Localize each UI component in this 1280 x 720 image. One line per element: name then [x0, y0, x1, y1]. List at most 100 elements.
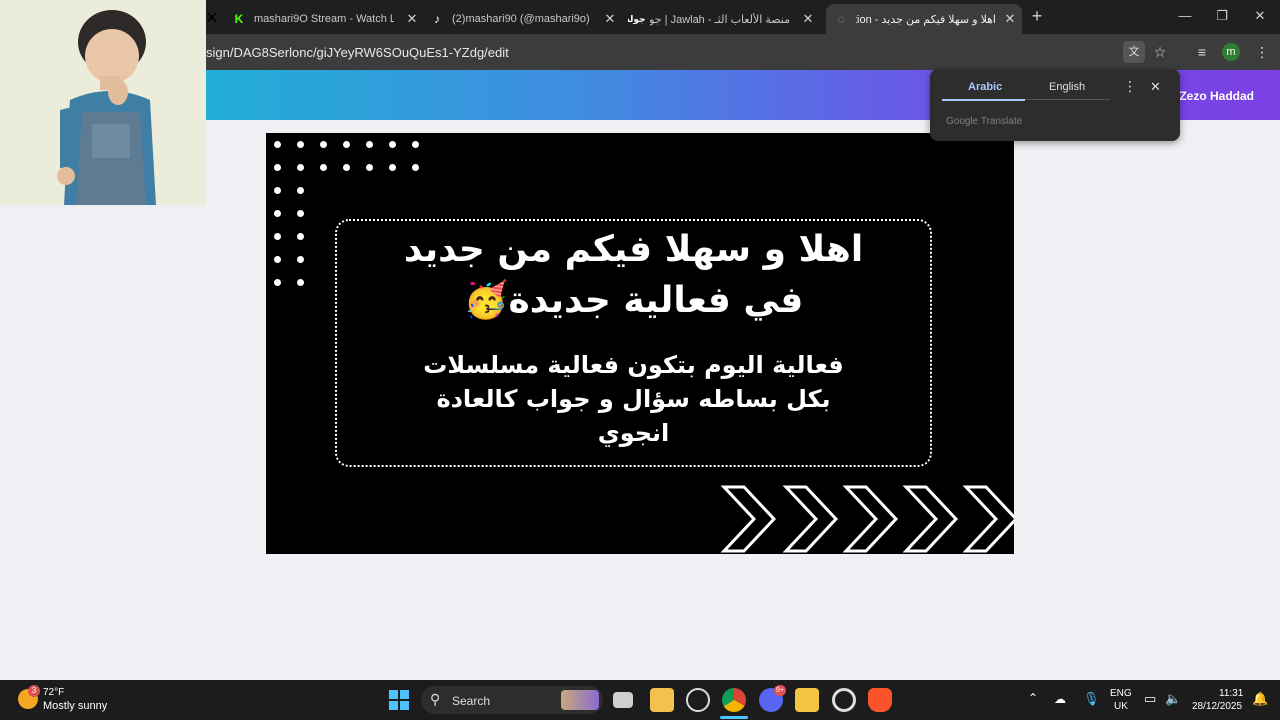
windows-start-icon[interactable]: [389, 690, 409, 710]
slide-body-line3[interactable]: انجوي: [337, 419, 930, 447]
tab-close-icon[interactable]: ✕: [1002, 11, 1018, 27]
onedrive-off-icon[interactable]: ☁: [1054, 692, 1066, 706]
kebab-menu-icon[interactable]: ⋮: [1251, 41, 1273, 63]
google-translate-brand: Google Translate: [946, 116, 1023, 127]
settings-gear-icon[interactable]: [832, 688, 856, 712]
weather-temperature[interactable]: 72°F: [43, 687, 64, 698]
chevron-arrows-decoration: [720, 485, 1014, 553]
chevron-right-icon: [902, 485, 959, 553]
decorative-dot: [274, 210, 281, 217]
taskbar-search[interactable]: ⚲ Search: [421, 686, 603, 714]
tab-title: (2)mashari90 (@mashari9o) | Tik: [452, 13, 592, 25]
tab-title: اهلا و سهلا فيكم من جديد - ation: [856, 13, 996, 26]
search-highlight-icon: [561, 690, 599, 710]
network-icon[interactable]: ▭: [1144, 691, 1156, 707]
bookmark-star-icon[interactable]: ☆: [1149, 41, 1171, 63]
decorative-dot: [412, 141, 419, 148]
webcam-overlay: [0, 0, 206, 205]
media-queue-icon[interactable]: ≡: [1191, 41, 1213, 63]
translate-icon[interactable]: 文: [1123, 41, 1145, 63]
translate-popup: Arabic English ⋮ ✕ Google Translate: [930, 69, 1180, 141]
restore-button[interactable]: ❐: [1207, 4, 1237, 28]
tab-divider: [1025, 99, 1110, 100]
slide-title-line1[interactable]: اهلا و سهلا فيكم من جديد: [337, 229, 930, 270]
tab-title: منصة الألعاب الثـ - Jawlah | جولة: [650, 13, 790, 26]
minimize-button[interactable]: —: [1170, 4, 1200, 28]
tab-kick[interactable]: K mashari9O Stream - Watch Live ✕: [232, 4, 424, 34]
chrome-icon[interactable]: [722, 688, 746, 712]
chrome-active-indicator: [720, 716, 748, 719]
decorative-dot: [320, 141, 327, 148]
tab-close-icon[interactable]: ✕: [205, 8, 218, 28]
close-window-button[interactable]: ✕: [1245, 4, 1275, 28]
tab-tiktok[interactable]: ♪ (2)mashari90 (@mashari9o) | Tik ✕: [430, 4, 622, 34]
decorative-dot: [274, 141, 281, 148]
decorative-dot: [389, 164, 396, 171]
clock-time[interactable]: 11:31: [1219, 688, 1243, 699]
language-indicator-line2[interactable]: UK: [1114, 701, 1128, 712]
lang-tab-arabic[interactable]: Arabic: [968, 81, 1002, 93]
tab-title: mashari9O Stream - Watch Live: [254, 13, 394, 25]
decorative-dot: [343, 164, 350, 171]
chevron-right-icon: [782, 485, 839, 553]
slide-canvas[interactable]: اهلا و سهلا فيكم من جديد في فعالية جديدة…: [266, 133, 1014, 554]
microphone-icon[interactable]: 🎙: [1083, 691, 1100, 707]
tab-close-icon[interactable]: ✕: [404, 11, 420, 27]
decorative-dot: [366, 164, 373, 171]
decorative-dot: [274, 187, 281, 194]
decorative-dot: [297, 210, 304, 217]
tab-jawlah[interactable]: جولة منصة الألعاب الثـ - Jawlah | جولة ✕: [628, 4, 820, 34]
search-icon: ⚲: [430, 691, 441, 707]
text-frame[interactable]: اهلا و سهلا فيكم من جديد في فعالية جديدة…: [335, 219, 932, 467]
jawlah-icon: جولة: [628, 13, 646, 24]
decorative-dot: [274, 233, 281, 240]
volume-icon[interactable]: 🔈: [1165, 691, 1181, 707]
new-tab-button[interactable]: +: [1022, 4, 1052, 28]
sticky-notes-icon[interactable]: [795, 688, 819, 712]
canva-icon: ◌: [837, 12, 845, 26]
slide-title-line2[interactable]: في فعالية جديدة🥳: [337, 279, 930, 321]
decorative-dot: [297, 141, 304, 148]
chevron-right-icon: [962, 485, 1014, 553]
slide-body-line2[interactable]: بكل بساطه سؤال و جواب كالعادة: [337, 385, 930, 413]
tab-close-icon[interactable]: ✕: [602, 11, 618, 27]
decorative-dot: [297, 233, 304, 240]
decorative-dot: [389, 141, 396, 148]
language-indicator-line1[interactable]: ENG: [1110, 688, 1132, 699]
active-tab-indicator: [942, 99, 1025, 101]
discord-badge: 9+: [774, 685, 786, 696]
tiktok-icon: ♪: [434, 12, 440, 26]
decorative-dot: [297, 279, 304, 286]
cartoon-avatar-image: [0, 0, 206, 205]
profile-avatar[interactable]: m: [1222, 43, 1240, 61]
weather-badge: 3: [28, 685, 40, 697]
tab-canva[interactable]: ◌ اهلا و سهلا فيكم من جديد - ation ✕: [826, 4, 1022, 34]
kick-icon: K: [234, 12, 244, 26]
tab-close-icon[interactable]: ✕: [800, 11, 816, 27]
decorative-dot: [274, 256, 281, 263]
chevron-up-icon[interactable]: ⌃: [1028, 691, 1038, 705]
taskbar: 3 72°F Mostly sunny ⚲ Search 9+ ⌃ ☁ 🎙 EN…: [0, 680, 1280, 720]
close-icon[interactable]: ✕: [1150, 79, 1161, 95]
decorative-dot: [320, 164, 327, 171]
file-explorer-icon[interactable]: [650, 688, 674, 712]
search-label: Search: [452, 694, 491, 708]
slide-body-line1[interactable]: فعالية اليوم بتكون فعالية مسلسلات: [337, 351, 930, 379]
notification-bell-icon[interactable]: 🔔: [1252, 691, 1268, 707]
decorative-dot: [274, 164, 281, 171]
chatgpt-icon[interactable]: [686, 688, 710, 712]
task-view-icon[interactable]: [613, 692, 633, 708]
decorative-dot: [297, 164, 304, 171]
brave-icon[interactable]: [868, 688, 892, 712]
decorative-dot: [274, 279, 281, 286]
kebab-menu-icon[interactable]: ⋮: [1123, 78, 1137, 95]
decorative-dot: [412, 164, 419, 171]
lang-tab-english[interactable]: English: [1049, 81, 1085, 93]
clock-date[interactable]: 28/12/2025: [1192, 701, 1242, 712]
decorative-dot: [343, 141, 350, 148]
user-name[interactable]: Zezo Haddad: [1179, 89, 1254, 103]
url-field[interactable]: sign/DAG8Serlonc/giJYeyRW6SOuQuEs1-YZdg/…: [206, 45, 509, 60]
chevron-right-icon: [842, 485, 899, 553]
chevron-right-icon: [720, 485, 777, 553]
weather-description[interactable]: Mostly sunny: [43, 700, 107, 712]
